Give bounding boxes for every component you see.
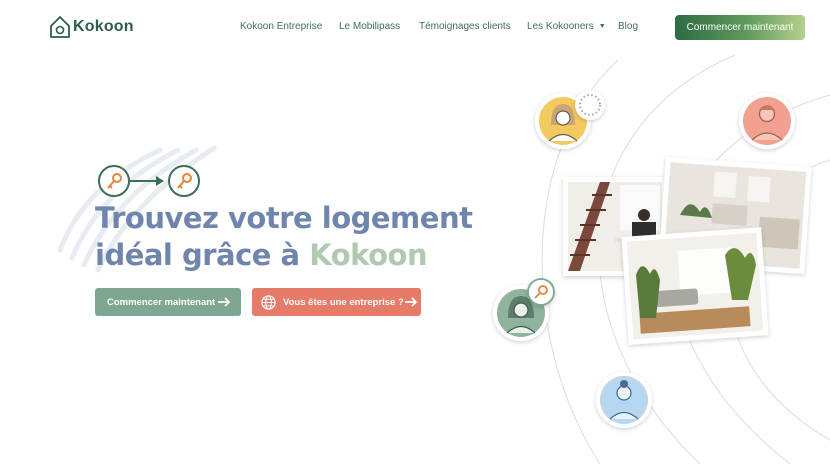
interior-photo-living-room xyxy=(621,227,769,345)
hero-illustration xyxy=(493,90,812,428)
loading-badge xyxy=(575,90,605,120)
search-icon xyxy=(527,278,555,306)
avatar-icon xyxy=(739,93,795,149)
avatar-icon xyxy=(596,372,652,428)
